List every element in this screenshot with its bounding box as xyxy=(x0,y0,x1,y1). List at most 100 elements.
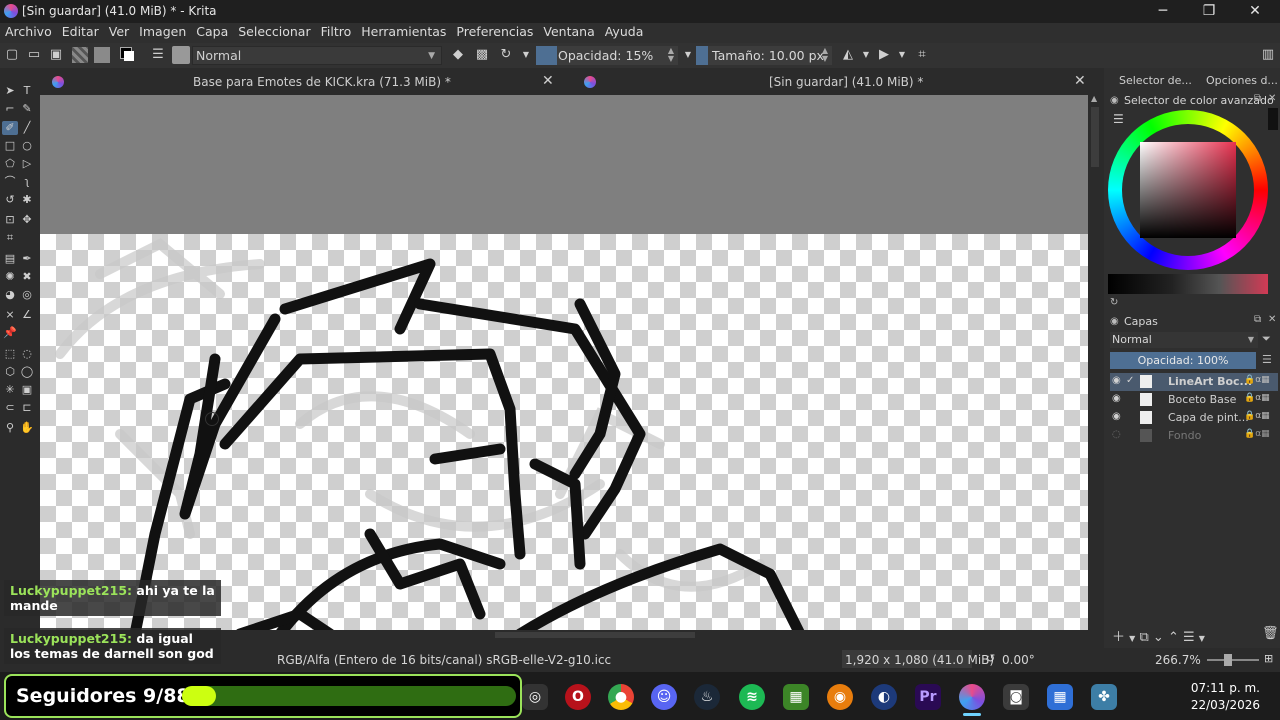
eye-icon[interactable]: ◉ xyxy=(1112,393,1121,404)
rect-select-tool-icon[interactable]: ⬚ xyxy=(3,347,17,361)
menu-ver[interactable]: Ver xyxy=(104,23,134,43)
steam-icon[interactable]: ♨ xyxy=(694,684,720,710)
refresh-icon[interactable]: ↻ xyxy=(1110,297,1118,308)
smart-patch-tool-icon[interactable]: ✖ xyxy=(20,270,34,284)
lock-icon[interactable]: 🔒α▦ xyxy=(1244,375,1270,385)
tab-base-emotes[interactable]: Base para Emotes de KICK.kra (71.3 MiB) … xyxy=(40,70,568,95)
scroll-thumb[interactable] xyxy=(495,632,695,638)
rectangle-tool-icon[interactable]: □ xyxy=(3,139,17,153)
tab-brush-options[interactable]: Opciones d... xyxy=(1206,74,1278,87)
close-docker-icon[interactable]: ✕ xyxy=(1268,314,1276,325)
tab-tool-options[interactable]: Selector de... xyxy=(1119,74,1192,87)
save-icon[interactable]: ▣ xyxy=(48,47,64,63)
zoom-slider[interactable] xyxy=(1207,659,1259,661)
hue-wheel[interactable] xyxy=(1108,110,1268,270)
chevron-down-icon[interactable]: ▼ xyxy=(1129,634,1135,643)
rotation-label[interactable]: 0.00° xyxy=(1002,653,1035,667)
minecraft-icon[interactable]: ▦ xyxy=(783,684,809,710)
menu-preferencias[interactable]: Preferencias xyxy=(451,23,538,43)
move-tool-icon[interactable]: ✥ xyxy=(20,213,34,227)
assistant-tool-icon[interactable]: ⨯ xyxy=(3,308,17,322)
collapse-icon[interactable]: ◉ xyxy=(1110,316,1119,327)
minimize-button[interactable]: ─ xyxy=(1140,0,1186,23)
discord-icon[interactable]: ☺ xyxy=(651,684,677,710)
fill-tool-icon[interactable]: ◕ xyxy=(3,288,17,302)
webcam-app-icon[interactable]: ◙ xyxy=(1003,684,1029,710)
layer-blend-select[interactable]: Normal ▼ xyxy=(1110,332,1258,348)
similar-select-tool-icon[interactable]: ▣ xyxy=(20,383,34,397)
lock-icon[interactable]: 🔒α▦ xyxy=(1244,411,1270,421)
measure-tool-icon[interactable]: ∠ xyxy=(20,308,34,322)
zoom-in-icon[interactable]: ⊞ xyxy=(1264,652,1273,665)
menu-herramientas[interactable]: Herramientas xyxy=(356,23,451,43)
obs-icon[interactable]: ◎ xyxy=(522,684,548,710)
chevron-down-icon[interactable]: ▼ xyxy=(518,47,534,63)
eye-icon[interactable]: ◉ xyxy=(1112,375,1121,386)
color-history-bar[interactable] xyxy=(1268,108,1278,130)
chevron-down-icon[interactable]: ▼ xyxy=(1199,634,1205,643)
duplicate-layer-icon[interactable]: ⧉ xyxy=(1139,630,1148,645)
settings-app-icon[interactable]: ✤ xyxy=(1091,684,1117,710)
bezier-tool-icon[interactable]: ⌒ xyxy=(3,175,17,189)
blender-icon[interactable]: ◉ xyxy=(827,684,853,710)
close-window-button[interactable]: ✕ xyxy=(1232,0,1278,23)
crop-tool-icon[interactable]: ⌗ xyxy=(3,231,17,245)
panels-toggle-icon[interactable]: ▥ xyxy=(1260,47,1276,63)
menu-imagen[interactable]: Imagen xyxy=(134,23,191,43)
gradient-icon[interactable] xyxy=(94,47,110,63)
zoom-tool-icon[interactable]: ⚲ xyxy=(3,421,17,435)
vertical-scrollbar[interactable]: ▲ xyxy=(1088,95,1102,630)
layer-row[interactable]: ◉ ✓ LineArt Boc... 🔒α▦ xyxy=(1110,373,1278,391)
layer-opacity-slider[interactable]: Opacidad: 100% xyxy=(1110,352,1256,369)
menu-seleccionar[interactable]: Seleccionar xyxy=(233,23,315,43)
lock-icon[interactable]: 🔒α▦ xyxy=(1244,393,1270,403)
rotate-icon[interactable]: ↺ xyxy=(986,652,995,665)
zoom-label[interactable]: 266.7% xyxy=(1155,653,1201,667)
calligraphy-tool-icon[interactable]: ✎ xyxy=(20,102,34,116)
clock-date[interactable]: 22/03/2026 xyxy=(1188,698,1260,712)
gradient-tool-icon[interactable]: ▤ xyxy=(3,252,17,266)
line-tool-icon[interactable]: ╱ xyxy=(20,121,34,135)
layer-row[interactable]: ◌ Fondo 🔒α▦ xyxy=(1110,427,1278,445)
color-settings-icon[interactable]: ☰ xyxy=(1113,112,1124,126)
add-layer-icon[interactable]: ＋ xyxy=(1112,630,1125,645)
chrome-icon[interactable]: ● xyxy=(608,684,634,710)
blend-mode-select[interactable]: Normal ▼ xyxy=(192,46,442,65)
open-folder-icon[interactable]: ▭ xyxy=(26,47,42,63)
contiguous-select-tool-icon[interactable]: ✳ xyxy=(3,383,17,397)
multibrush-tool-icon[interactable]: ✱ xyxy=(20,193,34,207)
chevron-down-icon[interactable]: ▼ xyxy=(858,47,874,63)
lock-icon[interactable]: 🔒α▦ xyxy=(1244,429,1270,439)
opera-icon[interactable]: O xyxy=(565,684,591,710)
pattern-icon[interactable] xyxy=(72,47,88,63)
maximize-button[interactable]: ❐ xyxy=(1186,0,1232,23)
close-tab-icon[interactable]: ✕ xyxy=(1074,73,1086,89)
close-tab-icon[interactable]: ✕ xyxy=(542,73,554,89)
pan-tool-icon[interactable]: ✋ xyxy=(20,421,34,435)
polyline-tool-icon[interactable]: ▷ xyxy=(20,157,34,171)
freehand-brush-tool-icon[interactable]: ✐ xyxy=(2,121,18,135)
menu-filtro[interactable]: Filtro xyxy=(316,23,357,43)
mirror-horizontal-icon[interactable]: ◭ xyxy=(840,47,856,63)
layer-menu-icon[interactable]: ☰ xyxy=(1262,353,1272,366)
size-slider[interactable]: Tamaño: 10.00 px ▲ ▼ xyxy=(696,46,832,65)
eye-hidden-icon[interactable]: ◌ xyxy=(1112,429,1121,440)
scroll-thumb[interactable] xyxy=(1091,107,1099,167)
edit-shapes-tool-icon[interactable]: ⌐ xyxy=(3,102,17,116)
bezier-select-tool-icon[interactable]: ⊂ xyxy=(3,401,17,415)
menu-archivo[interactable]: Archivo xyxy=(0,23,57,43)
ellipse-select-tool-icon[interactable]: ◌ xyxy=(20,347,34,361)
reference-tool-icon[interactable]: 📌 xyxy=(3,326,17,340)
new-document-icon[interactable]: ▢ xyxy=(4,47,20,63)
tab-sin-guardar[interactable]: [Sin guardar] (41.0 MiB) * ✕ xyxy=(572,70,1090,95)
chevron-down-icon[interactable]: ▼ xyxy=(680,47,696,63)
scroll-up-icon[interactable]: ▲ xyxy=(1091,95,1099,103)
text-tool-icon[interactable]: T xyxy=(20,84,34,98)
alpha-lock-icon[interactable]: ▩ xyxy=(474,47,490,63)
chevron-down-icon[interactable]: ▼ xyxy=(894,47,910,63)
polygon-select-tool-icon[interactable]: ⬡ xyxy=(3,365,17,379)
premiere-icon[interactable]: Pr xyxy=(915,684,941,710)
delete-layer-icon[interactable]: 🗑 xyxy=(1262,626,1279,641)
mirror-vertical-icon[interactable]: ▶ xyxy=(876,47,892,63)
reload-preset-icon[interactable]: ↻ xyxy=(498,47,514,63)
